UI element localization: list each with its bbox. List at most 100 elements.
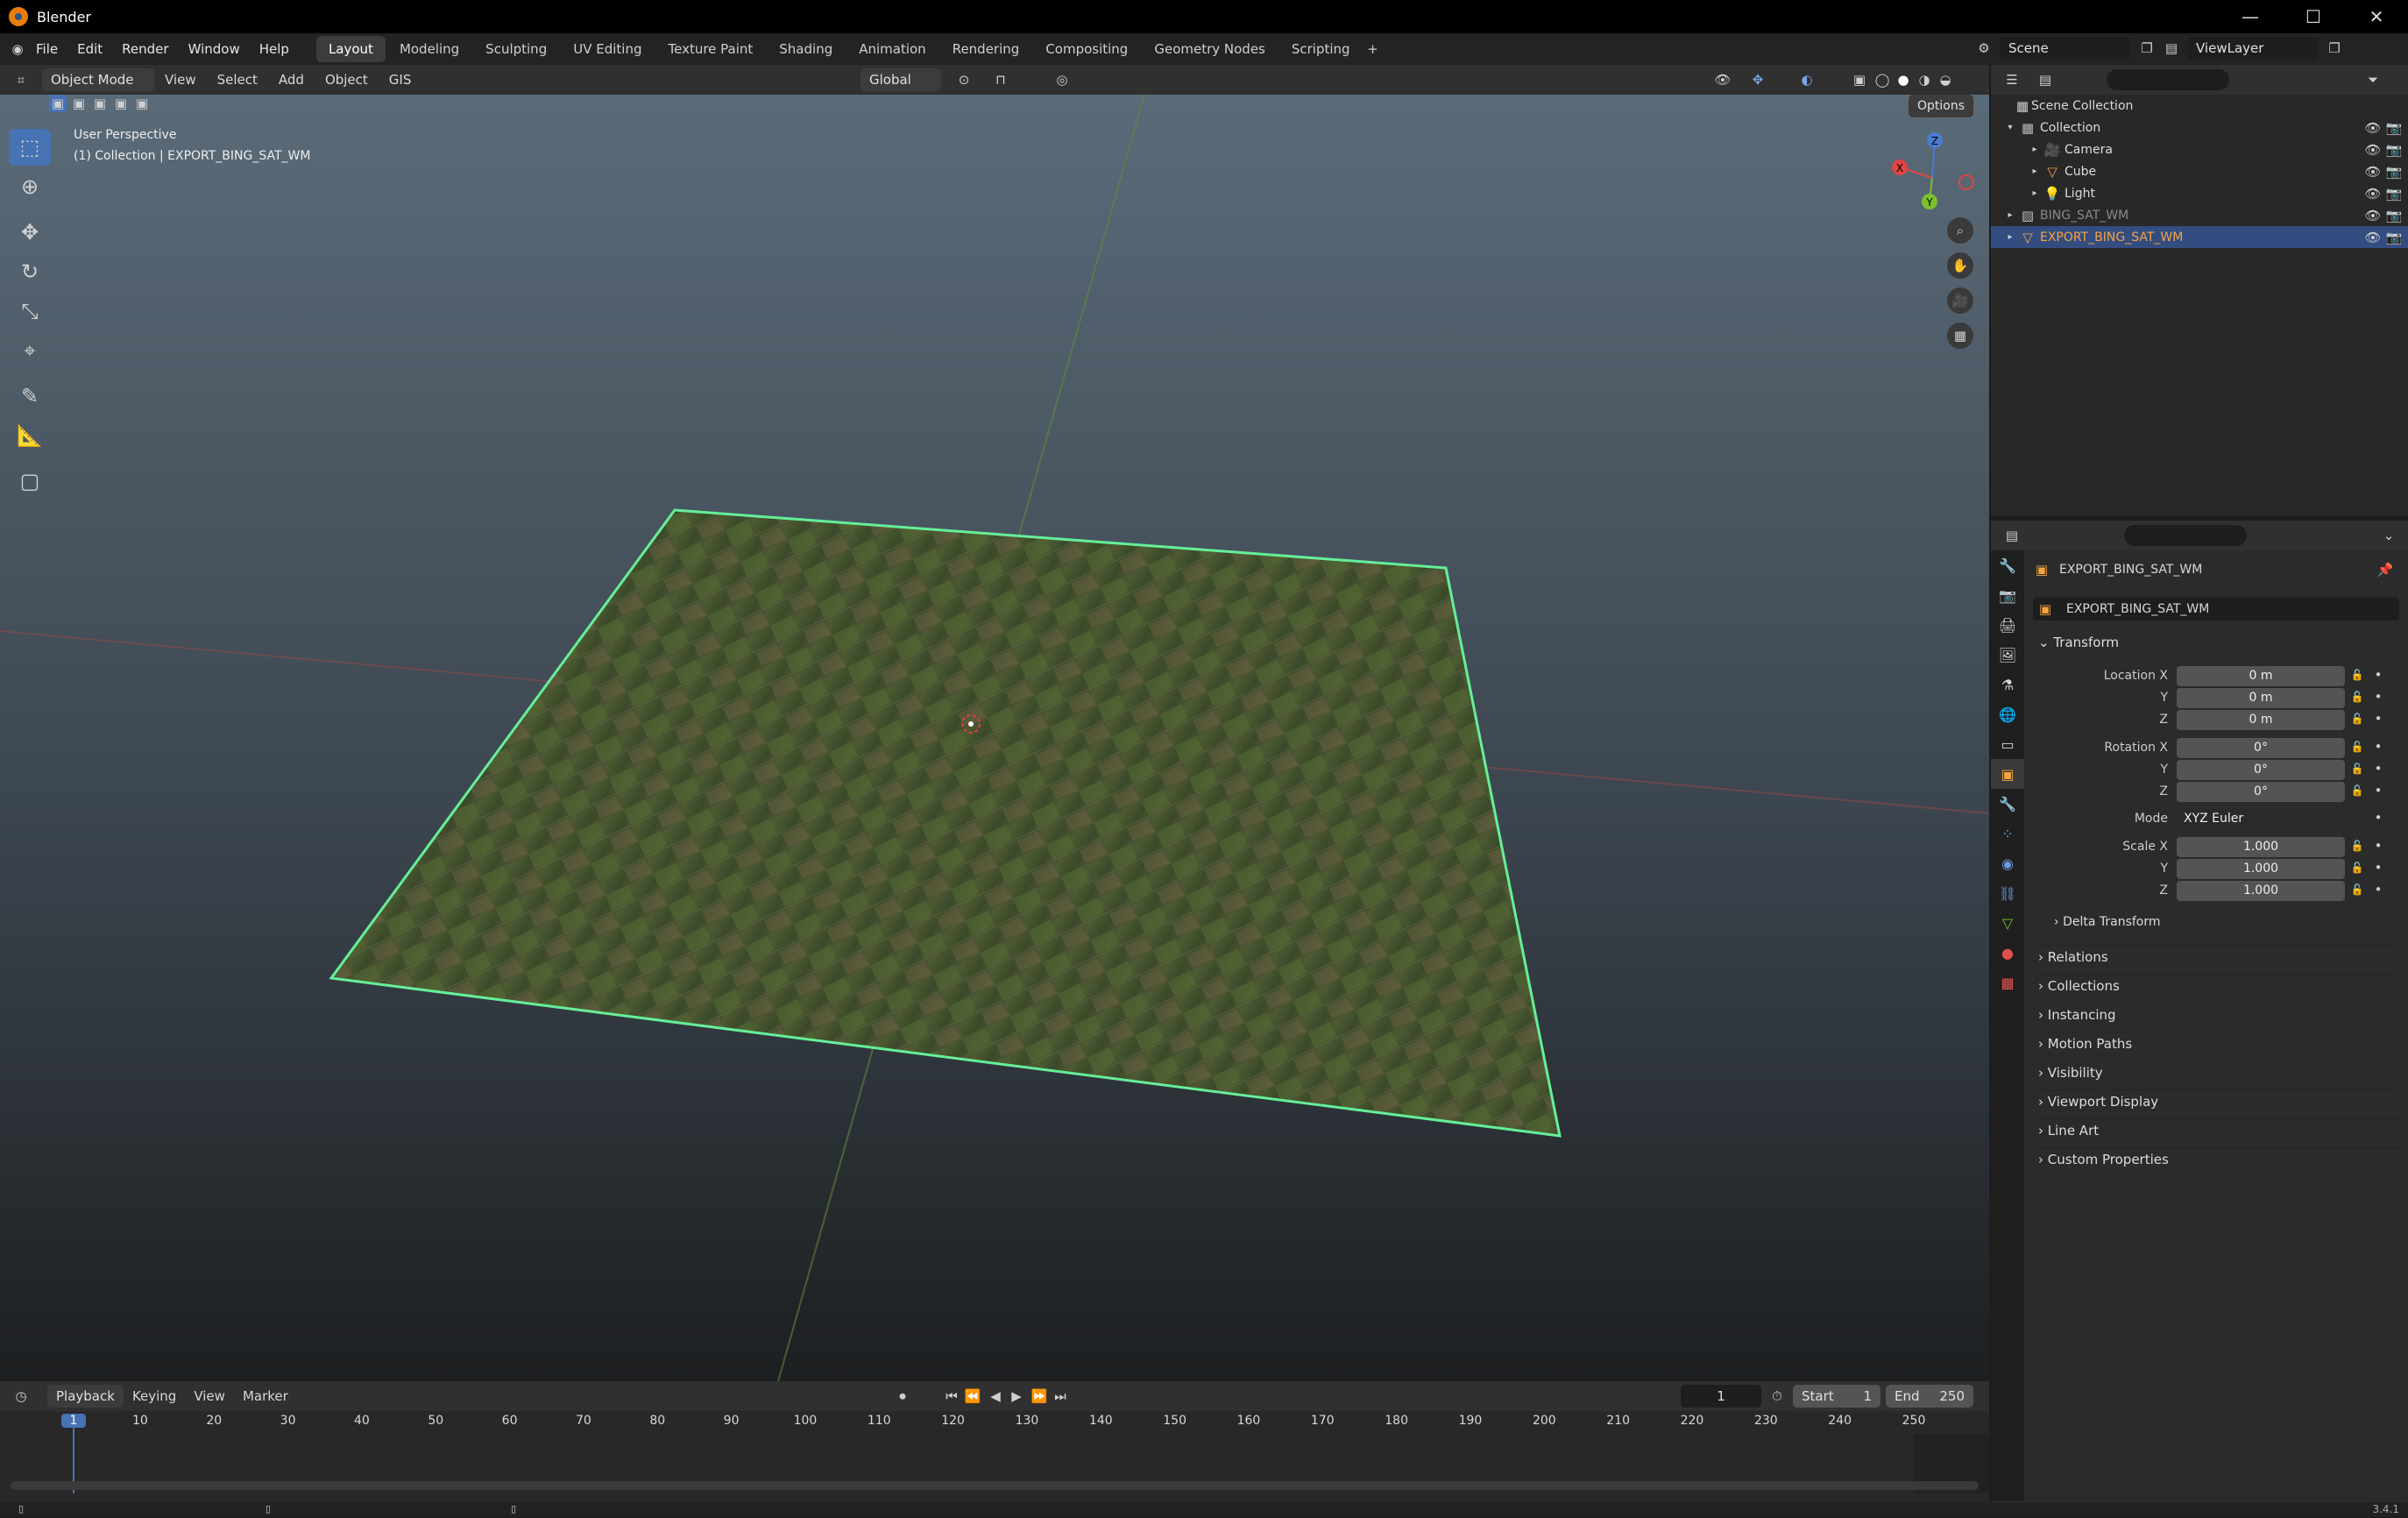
- workspace-tab-modeling[interactable]: Modeling: [387, 36, 471, 62]
- delta-transform-subpanel[interactable]: › Delta Transform: [2054, 915, 2161, 929]
- render-visibility-icon[interactable]: 📷: [2385, 185, 2403, 202]
- visibility-icon[interactable]: 👁: [1714, 71, 1732, 89]
- scene-icon[interactable]: ⚙: [1975, 39, 1993, 57]
- cursor-tool-icon[interactable]: ⊕: [9, 168, 51, 205]
- keyframe-dot-icon[interactable]: •: [2369, 881, 2387, 898]
- transform-orientation-selector[interactable]: Global: [861, 68, 941, 91]
- rotate-tool-icon[interactable]: ↻: [9, 253, 51, 290]
- object-name-field[interactable]: ▣ EXPORT_BING_SAT_WM: [2033, 598, 2399, 621]
- jump-end-icon[interactable]: ⏭: [1052, 1387, 1069, 1405]
- lock-icon[interactable]: 🔓: [2348, 881, 2366, 898]
- outliner-item-light[interactable]: ▸ 💡 Light 👁 📷: [1991, 182, 2408, 204]
- expand-arrow-icon[interactable]: ▾: [2001, 119, 2019, 137]
- lock-icon[interactable]: 🔓: [2348, 738, 2366, 755]
- outliner-editor-type-icon[interactable]: ☰: [2003, 71, 2021, 89]
- workspace-tab-uv-editing[interactable]: UV Editing: [561, 36, 654, 62]
- workspace-tab-layout[interactable]: Layout: [315, 36, 386, 62]
- lock-icon[interactable]: 🔓: [2348, 837, 2366, 855]
- location-x-field[interactable]: 0 m: [2177, 666, 2345, 686]
- lock-icon[interactable]: 🔓: [2348, 688, 2366, 706]
- lock-icon[interactable]: 🔓: [2348, 666, 2366, 684]
- keyframe-dot-icon[interactable]: •: [2369, 782, 2387, 799]
- panel-line-art[interactable]: › Line Art: [2038, 1118, 2399, 1138]
- texture-tab-icon[interactable]: ▩: [1991, 968, 2024, 997]
- timeline-area[interactable]: 1 10 20 30 40 50 60 70 80 90 100 110 120 130 140 150 160…: [0, 1411, 1989, 1502]
- lock-icon[interactable]: 🔓: [2348, 760, 2366, 777]
- keyframe-dot-icon[interactable]: •: [2369, 837, 2387, 855]
- menu-file[interactable]: File: [26, 41, 67, 57]
- viewport-menu-add[interactable]: Add: [268, 72, 315, 88]
- filter-icon[interactable]: ⏷: [2364, 71, 2382, 89]
- view-layer-icon[interactable]: ▤: [2163, 39, 2180, 57]
- visibility-eye-icon[interactable]: 👁: [2364, 185, 2382, 202]
- viewport-menu-gis[interactable]: GIS: [379, 72, 422, 88]
- panel-viewport-display[interactable]: › Viewport Display: [2038, 1089, 2399, 1110]
- render-visibility-icon[interactable]: 📷: [2385, 207, 2403, 224]
- close-button[interactable]: ✕: [2345, 0, 2408, 33]
- render-visibility-icon[interactable]: 📷: [2385, 229, 2403, 246]
- select-box-tool-icon[interactable]: ⬚: [9, 129, 51, 166]
- rotation-z-field[interactable]: 0°: [2177, 782, 2345, 802]
- 3d-viewport[interactable]: User Perspective (1) Collection | EXPORT…: [0, 95, 1989, 1381]
- select-subtract-icon[interactable]: ▣: [91, 95, 109, 112]
- timeline-menu-marker[interactable]: Marker: [234, 1388, 297, 1404]
- expand-arrow-icon[interactable]: ▸: [2001, 207, 2019, 224]
- select-intersect-icon[interactable]: ▣: [133, 95, 151, 112]
- preview-range-icon[interactable]: ⏱: [1768, 1387, 1786, 1405]
- scale-z-field[interactable]: 1.000: [2177, 881, 2345, 901]
- workspace-tab-texture-paint[interactable]: Texture Paint: [655, 36, 765, 62]
- timeline-menu-playback[interactable]: Playback: [47, 1385, 124, 1408]
- overlays-icon[interactable]: ◐: [1798, 71, 1816, 89]
- view-layer-tab-icon[interactable]: 🖼: [1991, 640, 2024, 670]
- scene-selector[interactable]: Scene: [2000, 37, 2131, 60]
- properties-options-icon[interactable]: ⌄: [2380, 527, 2397, 544]
- material-tab-icon[interactable]: ●: [1991, 938, 2024, 968]
- timeline-menu-keying[interactable]: Keying: [124, 1388, 185, 1404]
- pin-icon[interactable]: 📌: [2376, 561, 2394, 578]
- record-icon[interactable]: ⏺: [894, 1387, 911, 1405]
- outliner-item-export-bing-sat-wm[interactable]: ▸ ▽ EXPORT_BING_SAT_WM 👁 📷: [1991, 226, 2408, 248]
- keyframe-dot-icon[interactable]: •: [2369, 760, 2387, 777]
- workspace-tab-compositing[interactable]: Compositing: [1033, 36, 1140, 62]
- menu-help[interactable]: Help: [250, 41, 299, 57]
- solid-shading-icon[interactable]: ●: [1895, 71, 1912, 89]
- transform-tool-icon[interactable]: ⌖: [9, 332, 51, 369]
- timeline-editor-type-icon[interactable]: ◷: [12, 1387, 30, 1405]
- rotation-y-field[interactable]: 0°: [2177, 760, 2345, 780]
- tool-tab-icon[interactable]: 🔧: [1991, 550, 2024, 580]
- mode-selector[interactable]: Object Mode: [42, 68, 154, 91]
- view-layer-selector[interactable]: ViewLayer: [2187, 37, 2319, 60]
- minimize-button[interactable]: —: [2219, 0, 2282, 33]
- panel-custom-properties[interactable]: › Custom Properties: [2038, 1147, 2399, 1167]
- select-invert-icon[interactable]: ▣: [112, 95, 130, 112]
- add-cube-tool-icon[interactable]: ▢: [9, 463, 51, 500]
- add-workspace-icon[interactable]: +: [1364, 40, 1382, 58]
- panel-instancing[interactable]: › Instancing: [2038, 1003, 2399, 1023]
- panel-visibility[interactable]: › Visibility: [2038, 1060, 2399, 1081]
- expand-arrow-icon[interactable]: ▸: [2026, 163, 2043, 181]
- panel-motion-paths[interactable]: › Motion Paths: [2038, 1032, 2399, 1052]
- properties-editor-type-icon[interactable]: ▤: [2003, 527, 2021, 544]
- outliner-item-cube[interactable]: ▸ ▽ Cube 👁 📷: [1991, 160, 2408, 182]
- transform-panel-header[interactable]: ⌄ Transform: [2038, 635, 2119, 650]
- viewport-menu-view[interactable]: View: [154, 72, 207, 88]
- render-visibility-icon[interactable]: 📷: [2385, 119, 2403, 137]
- outliner-item-collection[interactable]: ▾ ▦ Collection 👁 📷: [1991, 117, 2408, 138]
- outliner-item-camera[interactable]: ▸ 🎥 Camera 👁 📷: [1991, 138, 2408, 160]
- properties-search-input[interactable]: [2124, 525, 2247, 546]
- perspective-toggle-icon[interactable]: ▦: [1947, 323, 1973, 349]
- start-frame-field[interactable]: Start 1: [1793, 1385, 1880, 1408]
- lock-icon[interactable]: 🔓: [2348, 859, 2366, 876]
- timeline-menu-view[interactable]: View: [185, 1388, 234, 1404]
- keyframe-dot-icon[interactable]: •: [2369, 809, 2387, 826]
- annotate-tool-icon[interactable]: ✎: [9, 378, 51, 415]
- panel-relations[interactable]: › Relations: [2038, 945, 2399, 965]
- workspace-tab-scripting[interactable]: Scripting: [1279, 36, 1363, 62]
- render-visibility-icon[interactable]: 📷: [2385, 163, 2403, 181]
- lock-icon[interactable]: 🔓: [2348, 710, 2366, 727]
- new-view-layer-icon[interactable]: ❐: [2326, 39, 2343, 57]
- keyframe-dot-icon[interactable]: •: [2369, 666, 2387, 684]
- keyframe-dot-icon[interactable]: •: [2369, 738, 2387, 755]
- visibility-eye-icon[interactable]: 👁: [2364, 141, 2382, 159]
- blender-menu-icon[interactable]: ◉: [9, 40, 26, 58]
